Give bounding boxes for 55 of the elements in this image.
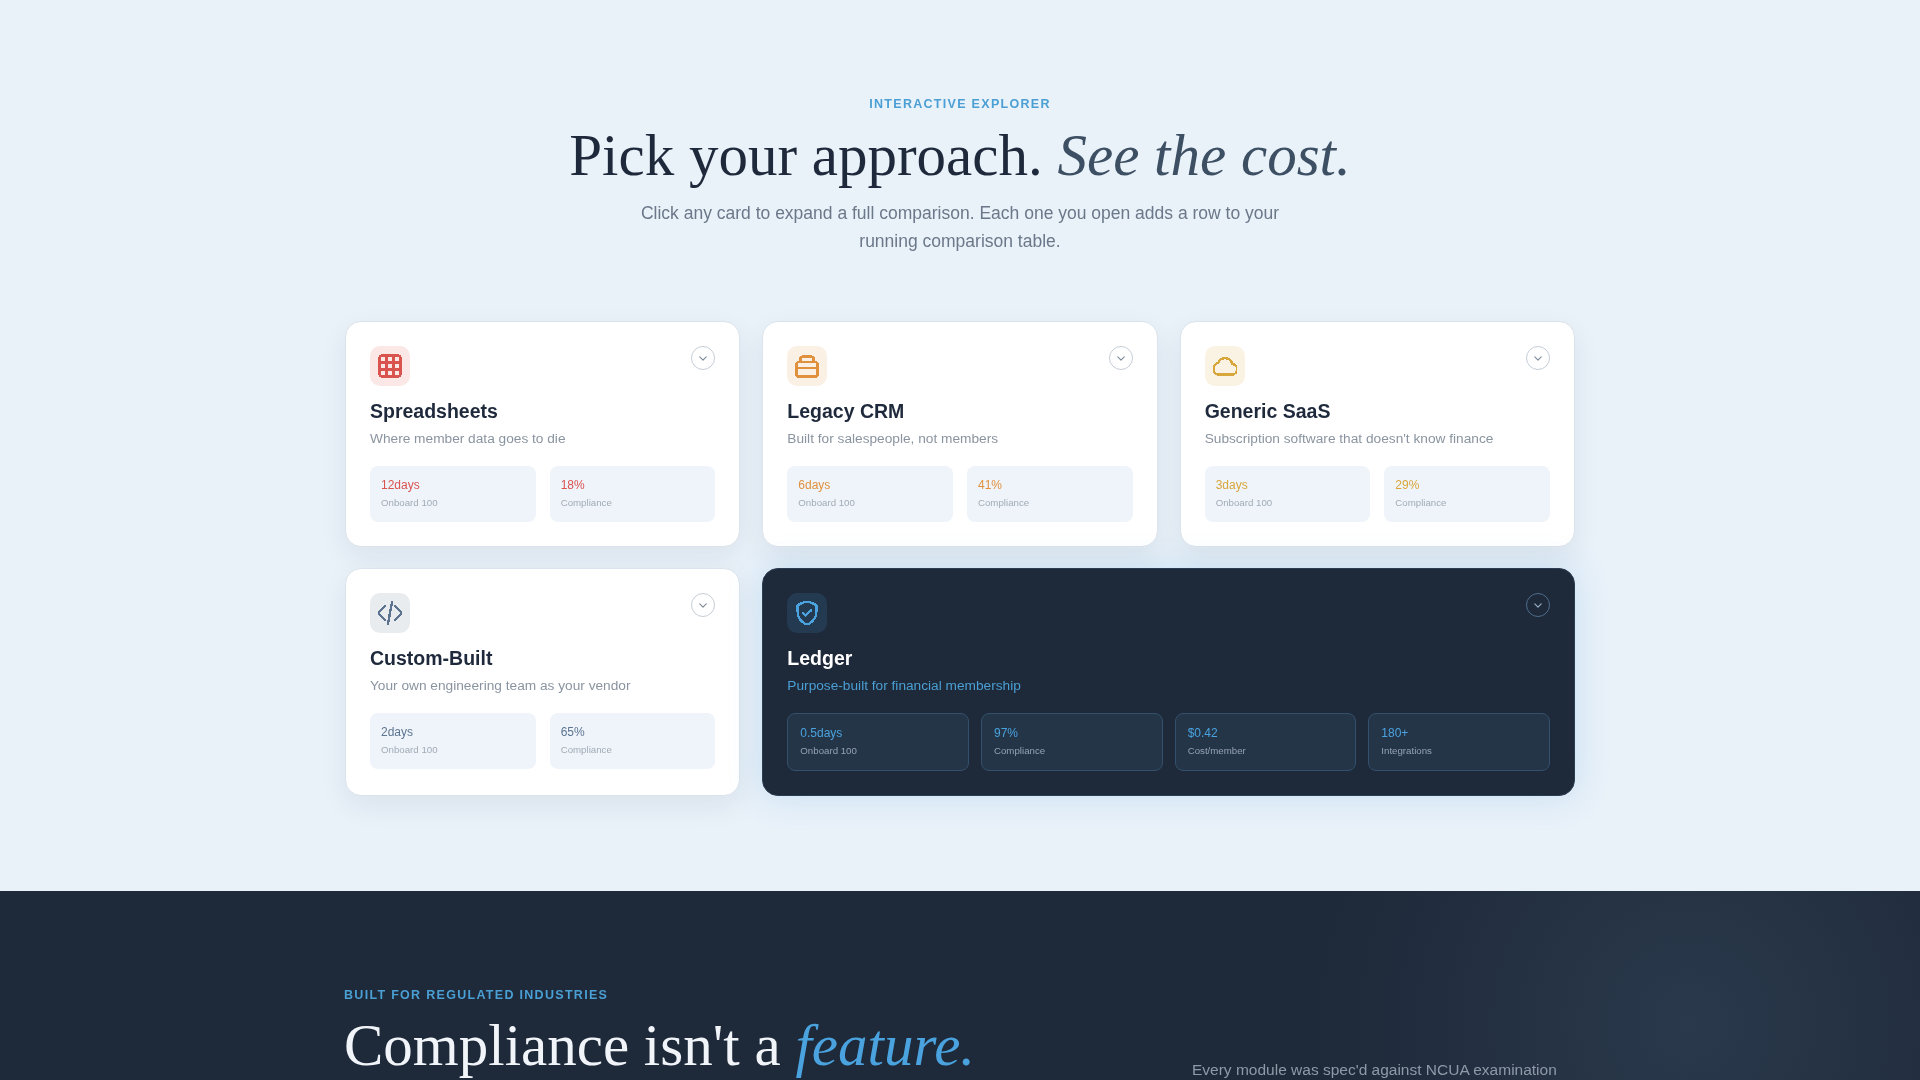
stat-label: Onboard 100 xyxy=(800,744,857,758)
section-heading: Pick your approach. See the cost. xyxy=(569,122,1351,189)
eyebrow-label: BUILT FOR REGULATED INDUSTRIES xyxy=(344,987,609,1003)
cloud-icon xyxy=(1204,346,1245,386)
option-card[interactable]: Ledger Purpose-built for financial membership 0.5days Onboard 100 97% Compliance $0.42 Cost/member 180+ Integrations xyxy=(762,568,1575,796)
stat-label: Integrations xyxy=(1381,744,1432,758)
stat-value: 65% xyxy=(560,724,585,740)
section-description: Click any card to expand a full comparison. Each one you open adds a row to your running comparison table. xyxy=(639,202,1281,253)
option-card[interactable]: Generic SaaS Subscription software that doesn't know finance 3days Onboard 100 29% Compliance xyxy=(1179,321,1575,547)
stat-label: Compliance xyxy=(560,496,612,510)
card-description: Purpose-built for financial membership xyxy=(787,677,1021,695)
stat-value: 2days xyxy=(381,724,414,740)
chevron-down-icon xyxy=(1534,602,1542,608)
stat-label: Onboard 100 xyxy=(798,496,855,510)
stat-value: 6days xyxy=(798,477,831,493)
stat-label: Onboard 100 xyxy=(1215,496,1273,510)
stat-label: Compliance xyxy=(978,496,1030,510)
eyebrow-label: INTERACTIVE EXPLORER xyxy=(869,96,1051,112)
chevron-down-icon xyxy=(1116,355,1125,361)
card-description: Subscription software that doesn't know finance xyxy=(1204,430,1494,448)
code-icon xyxy=(370,593,410,633)
card-description: Built for salespeople, not members xyxy=(787,430,999,448)
chevron-down-icon xyxy=(1534,355,1542,361)
stat-label: Compliance xyxy=(994,744,1046,758)
stat-label: Compliance xyxy=(1395,496,1447,510)
stat-value: 41% xyxy=(978,477,1002,493)
chevron-down-icon xyxy=(699,355,708,361)
section-heading: Compliance isn't a feature. xyxy=(344,1013,976,1077)
option-card[interactable]: Legacy CRM Built for salespeople, not members 6days Onboard 100 41% Compliance xyxy=(762,321,1158,547)
grid-icon xyxy=(370,346,410,386)
stacked-boxes-icon xyxy=(787,346,828,386)
card-title: Spreadsheets xyxy=(370,399,498,423)
stat-label: Onboard 100 xyxy=(381,496,438,510)
stat-value: $0.42 xyxy=(1187,725,1218,741)
option-card[interactable]: Spreadsheets Where member data goes to die 12days Onboard 100 18% Compliance xyxy=(345,321,741,547)
stat-value: 29% xyxy=(1395,477,1420,493)
stat-label: Compliance xyxy=(560,743,612,757)
card-title: Legacy CRM xyxy=(787,399,905,423)
stat-label: Cost/member xyxy=(1187,744,1246,758)
option-card[interactable]: Custom-Built Your own engineering team as your vendor 2days Onboard 100 65% Compliance xyxy=(345,568,741,796)
shield-check-icon xyxy=(787,593,828,633)
stat-value: 3days xyxy=(1215,477,1248,493)
stat-value: 97% xyxy=(994,725,1018,741)
stat-value: 0.5days xyxy=(800,725,843,741)
card-description: Your own engineering team as your vendor xyxy=(370,677,631,695)
section-description: Every module was spec'd against NCUA examination xyxy=(1192,1061,1558,1079)
card-title: Ledger xyxy=(787,646,853,670)
stat-value: 180+ xyxy=(1381,725,1409,741)
card-title: Generic SaaS xyxy=(1204,399,1331,423)
stat-label: Onboard 100 xyxy=(381,743,438,757)
card-description: Where member data goes to die xyxy=(370,430,566,448)
chevron-down-icon xyxy=(699,602,708,608)
stat-value: 12days xyxy=(381,477,420,493)
stat-value: 18% xyxy=(560,477,585,493)
card-title: Custom-Built xyxy=(370,646,493,670)
